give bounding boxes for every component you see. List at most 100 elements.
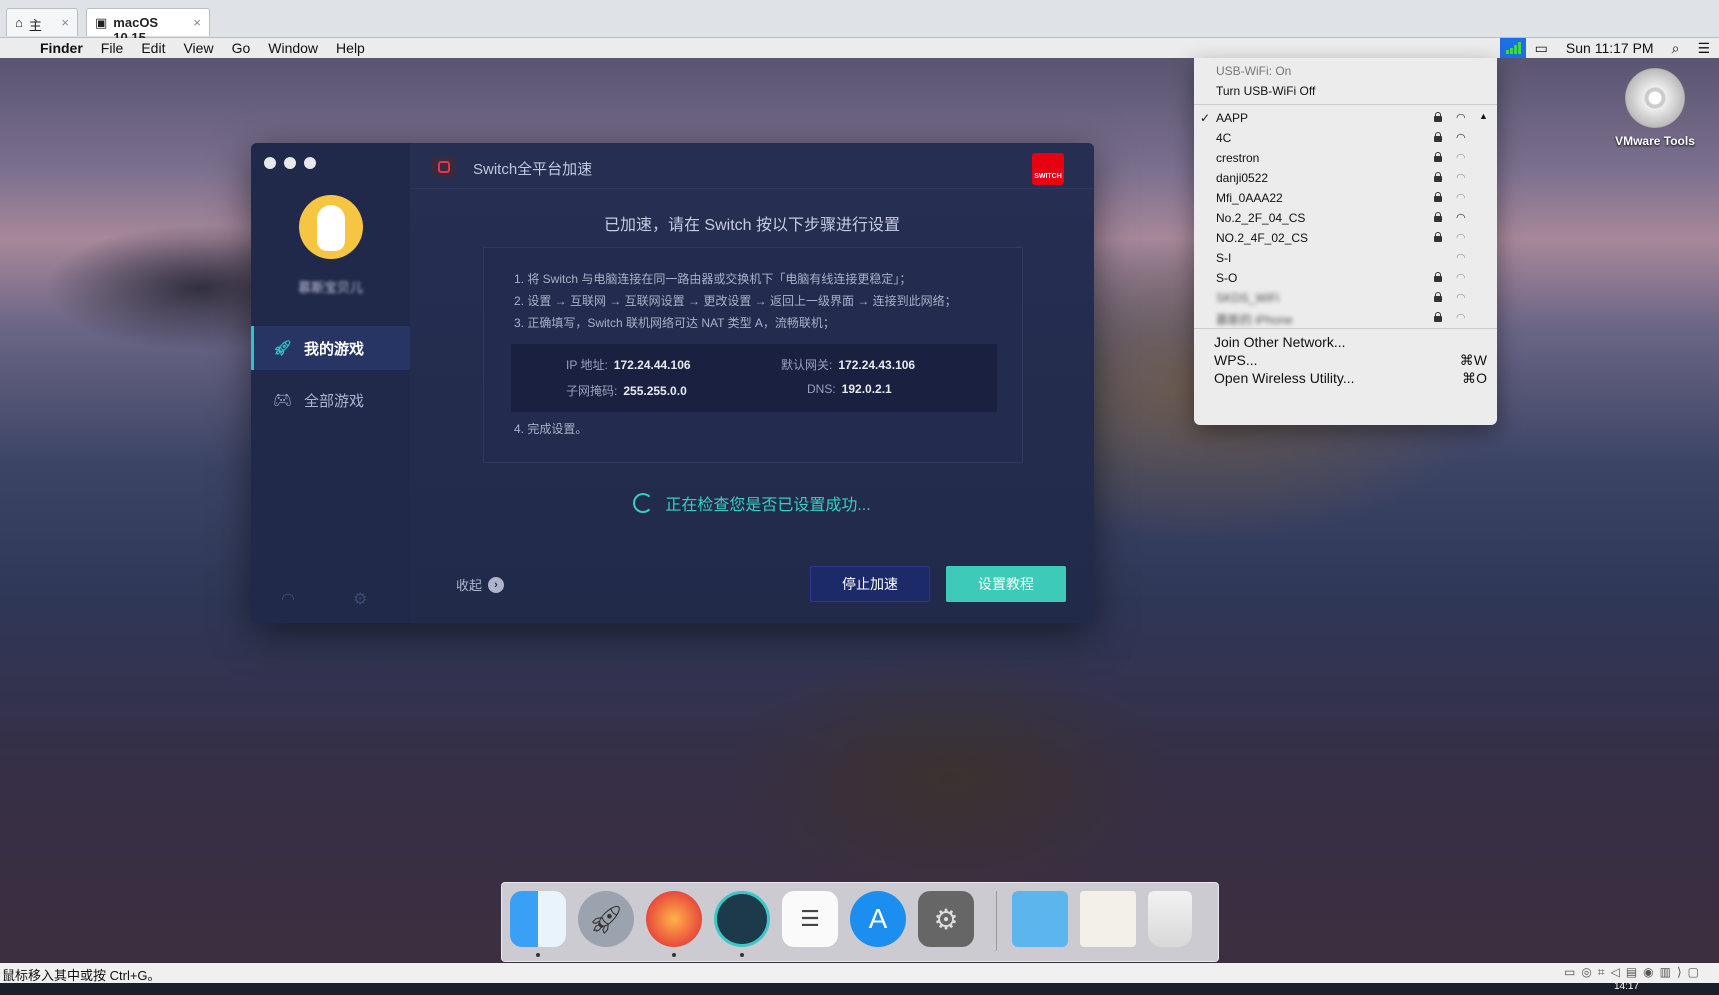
avatar[interactable] [299, 195, 363, 259]
steps-panel: 1. 将 Switch 与电脑连接在同一路由器或交换机下「电脑有线连接更稳定」；… [483, 247, 1023, 463]
sidebar-item-my-games[interactable]: 🚀︎ 我的游戏 [251, 326, 410, 370]
finder-icon[interactable] [510, 891, 566, 947]
collapse-button[interactable]: 收起 › [456, 575, 505, 594]
wps-item[interactable]: WPS... [1214, 352, 1258, 368]
wifi-network-item[interactable]: ✓ AAPP ◠ ▲ [1194, 108, 1497, 128]
system-preferences-icon[interactable]: ⚙ [918, 891, 974, 947]
wifi-network-item[interactable]: danji0522 ◠ [1194, 168, 1497, 188]
rocket-icon: 🚀︎ [273, 340, 293, 357]
stop-acceleration-button[interactable]: 停止加速 [810, 566, 930, 602]
folder-icon[interactable] [1012, 891, 1068, 947]
wifi-signal-icon: ◠ [1456, 272, 1466, 284]
wifi-network-name: SKDS_WiFi [1216, 291, 1280, 305]
vmware-tools-disk[interactable]: VMware Tools [1605, 68, 1705, 148]
wifi-status-icon[interactable] [1499, 38, 1526, 58]
vm-icon: ▣ [95, 15, 108, 30]
close-window-button[interactable] [264, 157, 276, 169]
menu-go[interactable]: Go [223, 40, 260, 56]
wifi-network-item[interactable]: NO.2_4F_02_CS ◠ [1194, 228, 1497, 248]
dock: 🚀︎ ☰ A ⚙ [501, 882, 1219, 962]
wifi-network-item[interactable]: S-O ◠ [1194, 268, 1497, 288]
host-status-bar: 鼠标移入其中或按 Ctrl+G。 ▭◎⌗◁▤◉▥⟩▢ [0, 963, 1719, 983]
firefox-icon[interactable] [646, 891, 702, 947]
lock-icon [1434, 112, 1442, 122]
wifi-network-item[interactable]: No.2_2F_04_CS ◠ [1194, 208, 1497, 228]
spotlight-icon[interactable]: ⌕ [1663, 40, 1689, 57]
dns-server: DNS: 192.0.2.1 [807, 382, 892, 396]
wifi-network-name: S-I [1216, 251, 1232, 265]
lock-icon [1434, 312, 1442, 322]
wifi-network-item[interactable]: 慕斯的 iPhone ◠ [1194, 308, 1497, 328]
trash-icon[interactable] [1148, 891, 1192, 947]
wifi-network-name: 慕斯的 iPhone [1216, 313, 1293, 327]
wifi-dropdown-menu: USB-WiFi: On Turn USB-WiFi Off ✓ AAPP ◠ ▲ 4C… [1194, 58, 1497, 425]
close-icon[interactable]: × [193, 15, 201, 30]
lock-icon [1434, 292, 1442, 302]
wifi-network-name: crestron [1216, 151, 1260, 165]
wifi-signal-icon: ◠ [1456, 112, 1466, 124]
wifi-network-item[interactable]: crestron ◠ [1194, 148, 1497, 168]
gamepad-icon: 🎮︎ [273, 392, 293, 409]
launchpad-icon[interactable]: 🚀︎ [578, 891, 634, 947]
default-gateway: 默认网关: 172.24.43.106 [781, 358, 916, 372]
minimize-window-button[interactable] [284, 157, 296, 169]
menubar-clock[interactable]: Sun 11:17 PM [1557, 40, 1663, 56]
gear-icon[interactable]: ⚙ [353, 589, 367, 609]
home-icon: ⌂ [15, 15, 23, 30]
app-store-icon[interactable]: A [850, 891, 906, 947]
lock-icon [1434, 212, 1442, 222]
wifi-network-name: AAPP [1216, 111, 1249, 125]
wifi-signal-icon: ◠ [1456, 192, 1466, 204]
eject-icon: ▲ [1479, 111, 1488, 121]
utility-shortcut: ⌘O [1462, 370, 1487, 386]
setup-tutorial-button[interactable]: 设置教程 [946, 566, 1066, 602]
checkmark-icon: ✓ [1200, 111, 1211, 125]
wifi-network-item[interactable]: 4C ◠ [1194, 128, 1497, 148]
menu-help[interactable]: Help [327, 40, 374, 56]
wifi-signal-icon: ◠ [1456, 312, 1466, 324]
display-icon[interactable]: ▭ [1526, 40, 1557, 57]
step-2: 2. 设置 → 互联网 → 互联网设置 → 更改设置 → 返回上一级界面 → 连… [514, 294, 957, 308]
vmware-tools-label: VMware Tools [1615, 134, 1695, 148]
host-device-icons[interactable]: ▭◎⌗◁▤◉▥⟩▢ [1564, 965, 1705, 980]
wps-shortcut: ⌘W [1459, 352, 1487, 368]
accelerator-app-icon[interactable] [714, 891, 770, 947]
step-4: 4. 完成设置。 [514, 422, 588, 436]
menu-finder[interactable]: Finder [31, 40, 92, 56]
headset-icon[interactable]: ◠ [281, 589, 295, 609]
menubar: Finder File Edit View Go Window Help ▭ S… [0, 38, 1719, 58]
sidebar-item-label: 全部游戏 [304, 392, 365, 410]
step-3: 3. 正确填写，Switch 联机网络可达 NAT 类型 A，流畅联机； [514, 316, 835, 330]
wifi-network-name: danji0522 [1216, 171, 1269, 185]
reminders-icon[interactable]: ☰ [782, 891, 838, 947]
wifi-signal-icon: ◠ [1456, 132, 1466, 144]
lock-icon [1434, 132, 1442, 142]
close-icon[interactable]: × [61, 15, 69, 30]
wifi-signal-icon: ◠ [1456, 152, 1466, 164]
open-wireless-utility-item[interactable]: Open Wireless Utility... [1214, 370, 1355, 386]
sidebar-item-label: 我的游戏 [304, 340, 365, 358]
maximize-window-button[interactable] [304, 157, 316, 169]
menu-view[interactable]: View [174, 40, 222, 56]
chevron-right-icon: › [488, 576, 505, 593]
wifi-network-name: No.2_2F_04_CS [1216, 211, 1306, 225]
wifi-network-item[interactable]: Mfi_0AAA22 ◠ [1194, 188, 1497, 208]
notification-center-icon[interactable]: ☰ [1688, 40, 1719, 57]
menu-window[interactable]: Window [259, 40, 327, 56]
checking-status: 正在检查您是否已设置成功... [410, 491, 1094, 515]
wifi-network-item[interactable]: SKDS_WiFi ◠ [1194, 288, 1497, 308]
lock-icon [1434, 172, 1442, 182]
host-tab-home[interactable]: ⌂ 主页 × [6, 8, 78, 52]
host-tab-macos[interactable]: ▣ macOS 10.15 × [86, 8, 210, 45]
turn-wifi-off-item[interactable]: Turn USB-WiFi Off [1216, 84, 1315, 98]
menu-file[interactable]: File [92, 40, 133, 56]
sidebar-item-all-games[interactable]: 🎮︎ 全部游戏 [251, 378, 410, 422]
window-controls [264, 157, 316, 169]
menu-edit[interactable]: Edit [132, 40, 174, 56]
join-other-network-item[interactable]: Join Other Network... [1214, 334, 1346, 350]
host-clock: 14:17 [1614, 981, 1640, 992]
wifi-network-name: 4C [1216, 131, 1232, 145]
downloads-stack-icon[interactable] [1080, 891, 1136, 947]
wifi-network-item[interactable]: S-I ◠ [1194, 248, 1497, 268]
spinner-icon [633, 493, 654, 513]
